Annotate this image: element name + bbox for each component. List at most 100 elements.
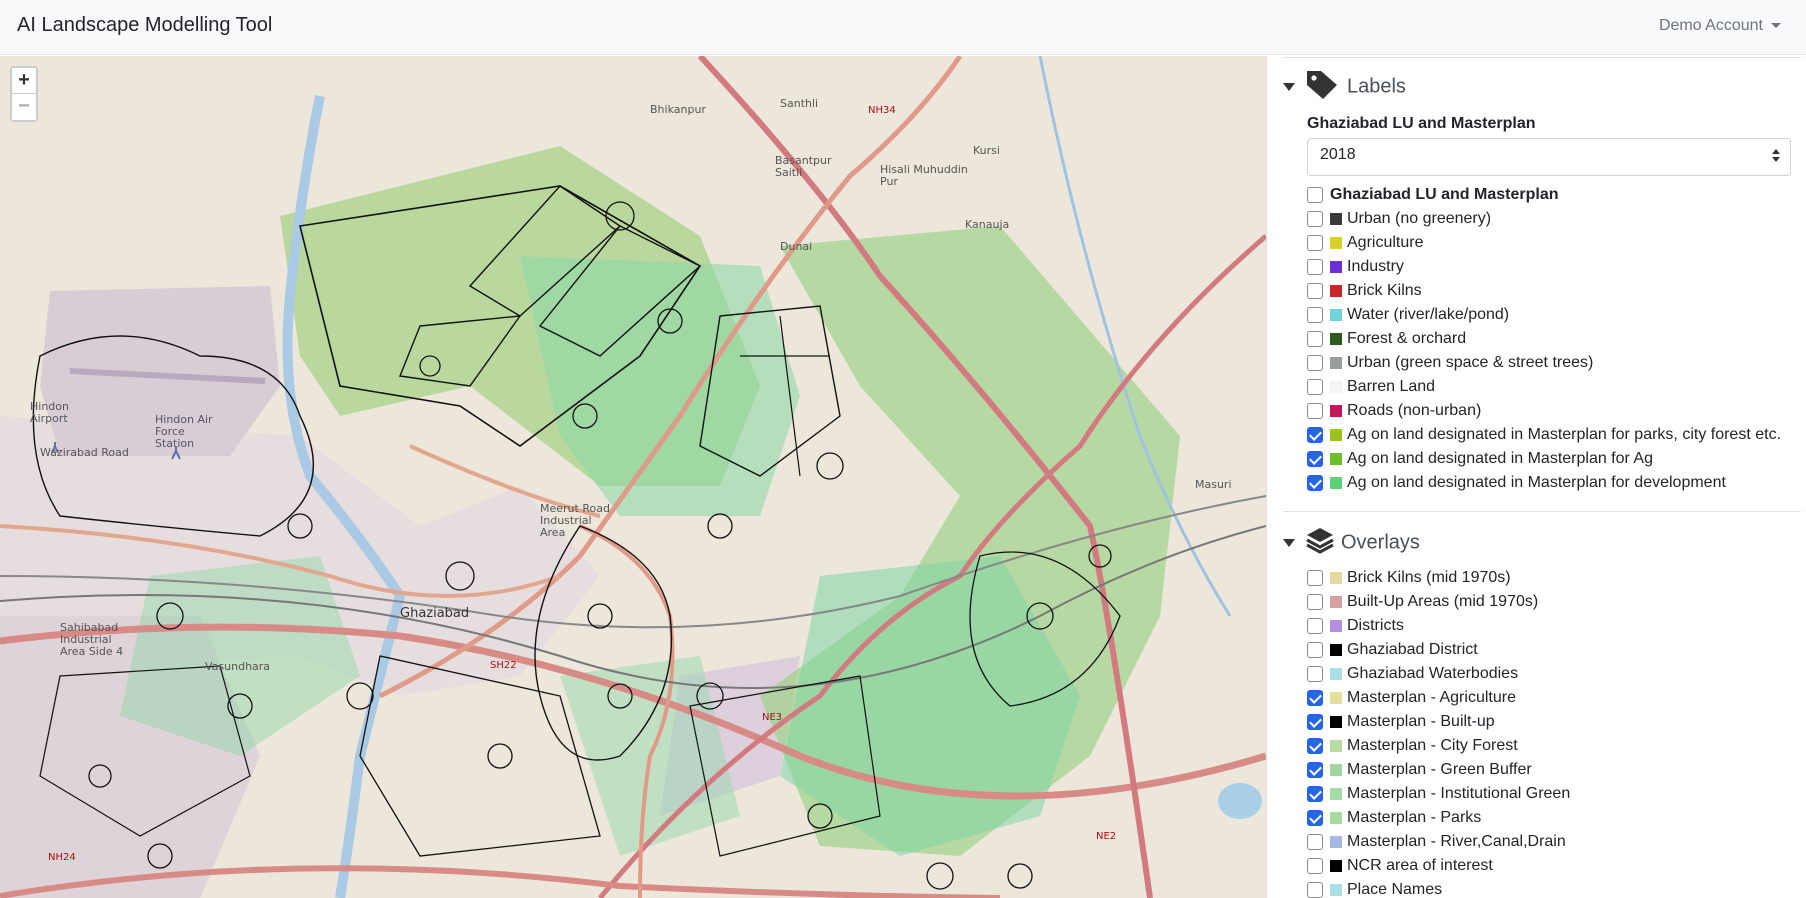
overlays-row[interactable]: Built-Up Areas (mid 1970s) <box>1307 591 1538 613</box>
labels-label: Ag on land designated in Masterplan for … <box>1347 474 1726 491</box>
labels-checkbox[interactable] <box>1307 259 1323 275</box>
labels-label: Urban (green space & street trees) <box>1347 354 1594 371</box>
labels-label: Roads (non-urban) <box>1347 402 1482 419</box>
overlays-row[interactable]: Masterplan - Parks <box>1307 807 1481 829</box>
map-label: Vasundhara <box>205 660 271 673</box>
overlays-checkbox[interactable] <box>1307 642 1323 658</box>
app-title[interactable]: AI Landscape Modelling Tool <box>17 14 272 37</box>
overlays-checkbox[interactable] <box>1307 666 1323 682</box>
overlays-heading: Overlays <box>1341 531 1420 554</box>
overlays-row[interactable]: Masterplan - Green Buffer <box>1307 759 1532 781</box>
overlays-row[interactable]: Districts <box>1307 615 1404 637</box>
labels-row[interactable]: Urban (green space & street trees) <box>1307 352 1593 374</box>
labels-row[interactable]: Brick Kilns <box>1307 280 1422 302</box>
map-label: Bhikanpur <box>650 103 706 116</box>
labels-row[interactable]: Water (river/lake/pond) <box>1307 304 1509 326</box>
map-label: NE3 <box>762 712 783 723</box>
labels-label: Water (river/lake/pond) <box>1347 306 1510 323</box>
labels-checkbox[interactable] <box>1307 283 1323 299</box>
legend-swatch <box>1330 333 1342 345</box>
overlays-row[interactable]: Brick Kilns (mid 1970s) <box>1307 567 1511 589</box>
overlays-row[interactable]: Masterplan - Institutional Green <box>1307 783 1570 805</box>
legend-swatch <box>1330 812 1342 824</box>
overlays-row[interactable]: Masterplan - Built-up <box>1307 711 1495 733</box>
labels-checkbox[interactable] <box>1307 307 1323 323</box>
labels-row[interactable]: Agriculture <box>1307 232 1423 254</box>
navbar: AI Landscape Modelling Tool Demo Account <box>0 0 1806 55</box>
map-label: Dunai <box>780 240 813 253</box>
labels-row[interactable]: Ag on land designated in Masterplan for … <box>1307 448 1653 470</box>
select-arrows-icon <box>1772 149 1780 165</box>
overlays-checkbox[interactable] <box>1307 690 1323 706</box>
labels-checkbox[interactable] <box>1307 187 1323 203</box>
overlays-checkbox[interactable] <box>1307 738 1323 754</box>
legend-swatch <box>1330 477 1342 489</box>
map-label: Sahibabad Industrial Area Side 4 <box>60 621 124 658</box>
overlays-row[interactable]: Ghaziabad Waterbodies <box>1307 663 1518 685</box>
map-label: Santhli <box>780 97 819 110</box>
labels-label: Ghaziabad LU and Masterplan <box>1330 186 1559 203</box>
overlays-row[interactable]: Masterplan - River,Canal,Drain <box>1307 831 1566 853</box>
legend-swatch <box>1330 357 1342 369</box>
map-label: Kursi <box>973 144 1000 157</box>
labels-row[interactable]: Urban (no greenery) <box>1307 208 1491 230</box>
labels-heading: Labels <box>1347 75 1406 98</box>
labels-checkbox[interactable] <box>1307 475 1323 491</box>
overlays-checkbox[interactable] <box>1307 786 1323 802</box>
overlays-checkbox[interactable] <box>1307 618 1323 634</box>
account-dropdown[interactable]: Demo Account <box>1659 17 1781 35</box>
labels-row[interactable]: Ghaziabad LU and Masterplan <box>1307 184 1558 206</box>
labels-row[interactable]: Forest & orchard <box>1307 328 1466 350</box>
overlays-checkbox[interactable] <box>1307 570 1323 586</box>
overlays-checkbox[interactable] <box>1307 714 1323 730</box>
map-label: NH24 <box>48 852 76 863</box>
labels-row[interactable]: Roads (non-urban) <box>1307 400 1481 422</box>
overlays-row[interactable]: Place Names <box>1307 879 1442 898</box>
overlays-row[interactable]: Ghaziabad District <box>1307 639 1478 661</box>
labels-row[interactable]: Ag on land designated in Masterplan for … <box>1307 472 1726 494</box>
map-view[interactable]: + − Bhikanpur Santhli Basantpur Saitli H… <box>0 56 1266 898</box>
overlays-label: Brick Kilns (mid 1970s) <box>1347 569 1511 586</box>
overlays-row[interactable]: Masterplan - Agriculture <box>1307 687 1516 709</box>
legend-swatch <box>1330 788 1342 800</box>
overlays-label: Masterplan - Institutional Green <box>1347 785 1571 802</box>
legend-swatch <box>1330 381 1342 393</box>
collapse-triangle-icon <box>1283 539 1295 547</box>
labels-checkbox[interactable] <box>1307 355 1323 371</box>
labels-label: Agriculture <box>1347 234 1424 251</box>
overlays-checkbox[interactable] <box>1307 762 1323 778</box>
labels-section-header[interactable]: Labels <box>1283 68 1406 106</box>
overlays-checkbox[interactable] <box>1307 858 1323 874</box>
overlays-section-header[interactable]: Overlays <box>1283 526 1420 560</box>
labels-checkbox[interactable] <box>1307 451 1323 467</box>
labels-row[interactable]: Ag on land designated in Masterplan for … <box>1307 424 1781 446</box>
labels-checkbox[interactable] <box>1307 211 1323 227</box>
labels-checkbox[interactable] <box>1307 427 1323 443</box>
labels-row[interactable]: Barren Land <box>1307 376 1435 398</box>
year-select-value: 2018 <box>1320 146 1356 163</box>
legend-swatch <box>1330 285 1342 297</box>
overlays-row[interactable]: Masterplan - City Forest <box>1307 735 1518 757</box>
labels-checkbox[interactable] <box>1307 403 1323 419</box>
labels-checkbox[interactable] <box>1307 331 1323 347</box>
map-label: Hindon Airport <box>30 400 69 425</box>
labels-row[interactable]: Industry <box>1307 256 1404 278</box>
map-label: Kanauja <box>965 218 1010 231</box>
labels-checkbox[interactable] <box>1307 235 1323 251</box>
labels-label: Barren Land <box>1347 378 1436 395</box>
map-label: Hisali Muhuddin Pur <box>880 163 968 188</box>
zoom-out-button[interactable]: − <box>12 94 36 120</box>
labels-checkbox[interactable] <box>1307 379 1323 395</box>
zoom-in-button[interactable]: + <box>12 68 36 94</box>
labels-label: Ag on land designated in Masterplan for … <box>1347 426 1782 443</box>
legend-swatch <box>1330 860 1342 872</box>
overlays-checkbox[interactable] <box>1307 810 1323 826</box>
overlays-row[interactable]: NCR area of interest <box>1307 855 1493 877</box>
overlays-checkbox[interactable] <box>1307 594 1323 610</box>
year-select[interactable]: 2018 <box>1307 138 1791 176</box>
overlays-checkbox[interactable] <box>1307 834 1323 850</box>
overlays-checkbox[interactable] <box>1307 882 1323 898</box>
legend-swatch <box>1330 716 1342 728</box>
map-canvas[interactable] <box>0 56 1266 898</box>
map-label: SH22 <box>490 660 517 671</box>
